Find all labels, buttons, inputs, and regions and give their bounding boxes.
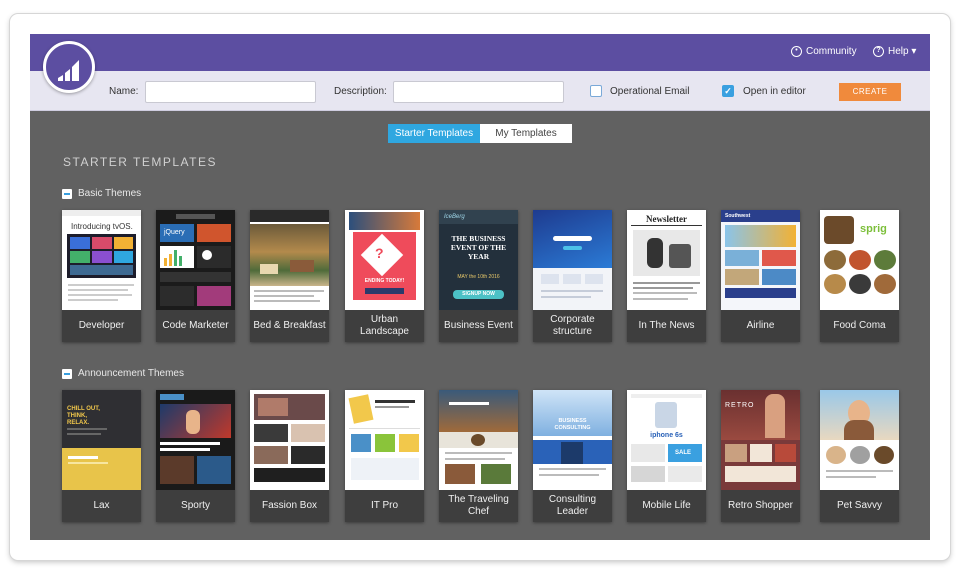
template-card-lax[interactable]: CHILL OUT, THINK, RELAX. Lax <box>62 390 141 522</box>
group-basic-themes-header[interactable]: Basic Themes <box>62 188 141 199</box>
template-label: Lax <box>93 500 110 511</box>
template-thumbnail: Newsletter <box>627 210 706 310</box>
create-button[interactable]: CREATE <box>839 83 901 101</box>
thumb-brand-text: RETRO <box>725 402 755 409</box>
bar-chart-logo-icon <box>58 60 79 81</box>
template-label: Code Marketer <box>162 320 229 331</box>
template-label: Consulting Leader <box>548 494 597 517</box>
thumb-brand-text: jQuery <box>164 229 185 236</box>
tab-my-templates[interactable]: My Templates <box>480 124 572 143</box>
template-label: Food Coma <box>833 320 886 331</box>
template-thumbnail <box>820 390 899 490</box>
template-card-consulting-leader[interactable]: BUSINESS CONSULTING Consulting Leader <box>533 390 612 522</box>
thumb-badge-text: SALE <box>675 450 692 456</box>
template-card-urban-landscape[interactable]: ? ENDING TODAY! Urban Landscape <box>345 210 424 342</box>
top-bar: • Community ? Help ▾ <box>30 34 930 71</box>
template-card-it-pro[interactable]: IT Pro <box>345 390 424 522</box>
template-label: Airline <box>746 320 775 331</box>
chat-bubble-icon: • <box>791 46 802 57</box>
template-thumbnail: sprig <box>820 210 899 310</box>
question-icon: ? <box>873 46 884 57</box>
template-label: Bed & Breakfast <box>253 320 326 331</box>
thumb-brand-text: IceBerg <box>444 214 465 220</box>
open-in-editor-label: Open in editor <box>743 86 806 97</box>
open-in-editor-checkbox[interactable]: ✓ <box>722 85 734 97</box>
template-label: Fassion Box <box>261 500 318 511</box>
template-thumbnail <box>156 390 235 490</box>
description-label: Description: <box>334 86 387 97</box>
help-label: Help ▾ <box>888 46 917 57</box>
template-card-food-coma[interactable]: sprig Food Coma <box>820 210 899 342</box>
template-label: Urban Landscape <box>360 314 409 337</box>
thumb-badge-text: ENDING TODAY! <box>364 278 405 284</box>
template-tabs: Starter Templates My Templates <box>388 124 572 143</box>
group-title: Basic Themes <box>78 188 142 199</box>
template-card-pet-savvy[interactable]: Pet Savvy <box>820 390 899 522</box>
collapse-icon <box>62 368 72 379</box>
thumb-brand-text: sprig <box>860 223 887 235</box>
template-label: Business Event <box>444 320 513 331</box>
thumb-date-text: MAY the 10th 2016 <box>457 274 500 280</box>
template-thumbnail: Southwest <box>721 210 800 310</box>
template-card-business-event[interactable]: IceBerg THE BUSINESS EVENT OF THE YEAR M… <box>439 210 518 342</box>
template-card-traveling-chef[interactable]: The Traveling Chef <box>439 390 518 522</box>
community-link[interactable]: • Community <box>791 46 857 57</box>
template-thumbnail <box>439 390 518 490</box>
template-thumbnail: Introducing tvOS. <box>62 210 141 310</box>
template-label: Mobile Life <box>642 500 691 511</box>
marketo-logo[interactable] <box>43 41 95 93</box>
template-label: Pet Savvy <box>836 500 883 511</box>
thumb-headline-text: CHILL OUT, THINK, RELAX. <box>67 406 100 426</box>
template-form-bar: Name: Description: Operational Email ✓ O… <box>30 71 930 111</box>
thumb-headline-text: THE BUSINESS EVENT OF THE YEAR <box>450 234 507 261</box>
template-card-airline[interactable]: Southwest Airline <box>721 210 800 342</box>
template-label: Retro Shopper <box>727 500 794 511</box>
template-thumbnail <box>250 390 329 490</box>
thumb-masthead-text: Newsletter <box>646 214 687 224</box>
thumb-intro-text: Introducing tvOS. <box>71 222 133 231</box>
template-label: The Traveling Chef <box>448 494 509 517</box>
group-title: Announcement Themes <box>78 368 184 379</box>
group-announcement-themes-header[interactable]: Announcement Themes <box>62 368 184 379</box>
template-card-code-marketer[interactable]: jQuery Code Marketer <box>156 210 235 342</box>
section-title: STARTER TEMPLATES <box>63 155 217 169</box>
template-label: In The News <box>638 320 695 331</box>
template-thumbnail: iphone 6s SALE <box>627 390 706 490</box>
template-label: IT Pro <box>370 500 399 511</box>
operational-email-checkbox[interactable] <box>590 85 602 97</box>
template-thumbnail <box>533 210 612 310</box>
tab-starter-templates[interactable]: Starter Templates <box>388 124 480 143</box>
name-input[interactable] <box>145 81 316 103</box>
operational-email-label: Operational Email <box>610 86 690 97</box>
thumb-brand-text: Southwest <box>725 213 751 219</box>
template-card-mobile-life[interactable]: iphone 6s SALE Mobile Life <box>627 390 706 522</box>
template-card-retro-shopper[interactable]: RETRO Retro Shopper <box>721 390 800 522</box>
thumb-cta-text: SIGNUP NOW <box>462 291 495 297</box>
template-thumbnail: ? ENDING TODAY! <box>345 210 424 310</box>
collapse-icon <box>62 188 72 199</box>
template-chooser-app: • Community ? Help ▾ Name: Description: … <box>30 34 930 540</box>
description-input[interactable] <box>393 81 564 103</box>
template-thumbnail <box>345 390 424 490</box>
template-card-bed-breakfast[interactable]: Bed & Breakfast <box>250 210 329 342</box>
template-card-sporty[interactable]: Sporty <box>156 390 235 522</box>
template-label: Corporate structure <box>550 314 595 337</box>
thumb-product-text: iphone 6s <box>650 432 683 439</box>
help-menu[interactable]: ? Help ▾ <box>873 46 916 57</box>
template-thumbnail: RETRO <box>721 390 800 490</box>
template-card-fassion-box[interactable]: Fassion Box <box>250 390 329 522</box>
template-label: Sporty <box>181 500 210 511</box>
name-label: Name: <box>109 86 139 97</box>
template-card-in-the-news[interactable]: Newsletter In The News <box>627 210 706 342</box>
template-thumbnail <box>250 210 329 310</box>
template-thumbnail: IceBerg THE BUSINESS EVENT OF THE YEAR M… <box>439 210 518 310</box>
template-thumbnail: jQuery <box>156 210 235 310</box>
template-card-corporate-structure[interactable]: Corporate structure <box>533 210 612 342</box>
template-thumbnail: BUSINESS CONSULTING <box>533 390 612 490</box>
community-label: Community <box>806 46 857 57</box>
template-label: Developer <box>78 320 125 331</box>
template-card-developer[interactable]: Introducing tvOS. Developer <box>62 210 141 342</box>
thumb-headline-text: BUSINESS CONSULTING <box>554 418 591 431</box>
template-thumbnail: CHILL OUT, THINK, RELAX. <box>62 390 141 490</box>
